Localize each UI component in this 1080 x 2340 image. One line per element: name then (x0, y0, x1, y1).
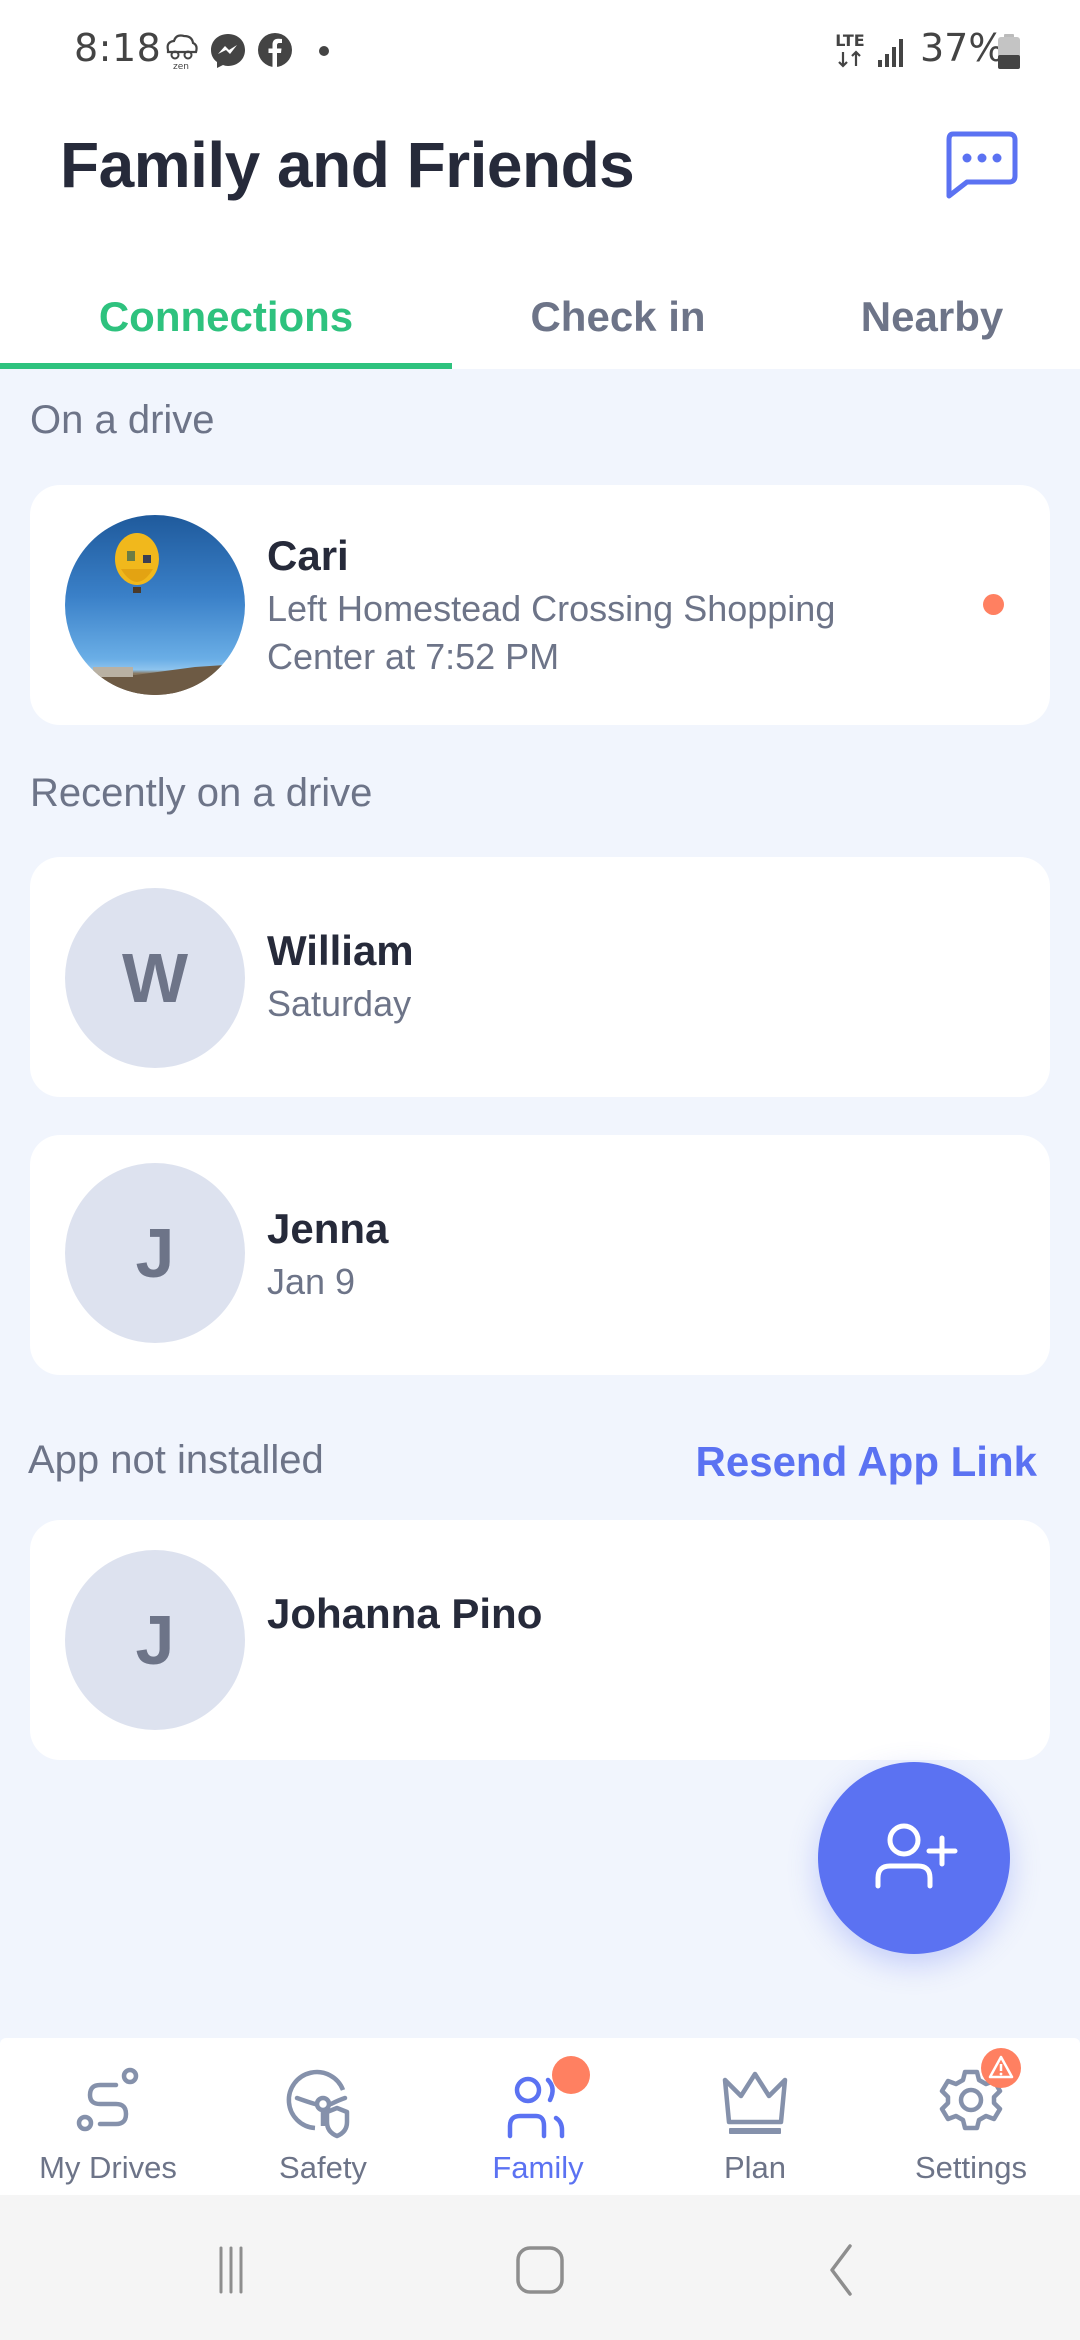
connection-card-jenna[interactable]: J Jenna Jan 9 (30, 1135, 1050, 1375)
nav-label: Safety (279, 2150, 367, 2185)
home-button[interactable] (512, 2240, 568, 2296)
connection-card-william[interactable]: W William Saturday (30, 857, 1050, 1097)
person-name: Jenna (267, 1205, 389, 1252)
add-person-button[interactable] (818, 1762, 1010, 1954)
resend-app-link[interactable]: Resend App Link (696, 1438, 1037, 1486)
drive-status-line-1: Left Homestead Crossing Shopping (267, 588, 836, 629)
facebook-icon (258, 33, 292, 67)
nav-label: Family (492, 2150, 584, 2185)
tab-bar: Connections Check in Nearby (0, 270, 1080, 369)
battery-icon (998, 34, 1020, 69)
tab-check-in[interactable]: Check in (452, 270, 784, 363)
nav-family[interactable]: Family (430, 2038, 646, 2195)
crown-icon (722, 2071, 788, 2134)
settings-warning-badge (981, 2048, 1021, 2088)
chat-button[interactable] (936, 126, 1026, 206)
system-navigation-bar (0, 2195, 1080, 2340)
person-name: Cari (267, 532, 349, 579)
avatar-initial: W (65, 888, 245, 1068)
warning-icon (988, 2055, 1014, 2079)
avatar-photo (65, 515, 245, 695)
person-name: William (267, 927, 414, 974)
connection-card-cari[interactable]: Cari Left Homestead Crossing Shopping Ce… (30, 485, 1050, 725)
avatar-initial: J (65, 1550, 245, 1730)
section-label-app-not-installed: App not installed (28, 1438, 324, 1482)
svg-text:LTE: LTE (835, 31, 864, 50)
section-label-on-a-drive: On a drive (30, 398, 215, 442)
zen-car-icon: zen (166, 34, 198, 70)
add-person-icon (875, 1823, 958, 1889)
nav-safety[interactable]: Safety (215, 2038, 431, 2195)
nav-plan[interactable]: Plan (647, 2038, 863, 2195)
nav-label: Settings (914, 2150, 1027, 2185)
last-drive-time: Saturday (267, 983, 412, 1024)
connection-card-johanna-pino[interactable]: J Johanna Pino (30, 1520, 1050, 1760)
battery-percent: 37% (920, 26, 1005, 70)
status-time: 8:18 (74, 26, 162, 70)
drive-status-line-2: Center at 7:52 PM (267, 636, 560, 677)
lte-icon: LTE (835, 31, 865, 68)
steering-wheel-shield-icon (286, 2069, 350, 2139)
avatar-initial: J (65, 1163, 245, 1343)
page-title: Family and Friends (60, 129, 635, 201)
route-icon (76, 2067, 139, 2132)
nav-settings[interactable]: Settings (863, 2038, 1079, 2195)
notification-dot-icon (319, 46, 329, 56)
section-label-recently-on-a-drive: Recently on a drive (30, 771, 373, 815)
person-name: Johanna Pino (267, 1590, 543, 1637)
hot-air-balloon-photo (85, 533, 225, 695)
nav-label: My Drives (39, 2150, 177, 2185)
recents-button[interactable] (210, 2240, 260, 2296)
family-notification-badge (552, 2056, 590, 2094)
tab-connections[interactable]: Connections (0, 270, 452, 363)
active-tab-indicator (0, 363, 452, 369)
last-drive-time: Jan 9 (267, 1261, 356, 1302)
app-header: Family and Friends Connections Check in … (0, 100, 1080, 369)
nav-my-drives[interactable]: My Drives (0, 2038, 216, 2195)
signal-bars-icon (878, 39, 903, 67)
chat-bubble-icon (946, 131, 1018, 199)
tab-nearby[interactable]: Nearby (784, 270, 1080, 363)
svg-text:zen: zen (173, 62, 189, 70)
bottom-navigation: My Drives Safety Family Plan Settings (0, 2038, 1080, 2195)
messenger-icon (211, 34, 245, 68)
status-bar: 8:18 zen LTE 37% (0, 0, 1080, 100)
back-button[interactable] (820, 2240, 860, 2296)
live-drive-indicator (983, 594, 1004, 615)
nav-label: Plan (723, 2150, 787, 2185)
